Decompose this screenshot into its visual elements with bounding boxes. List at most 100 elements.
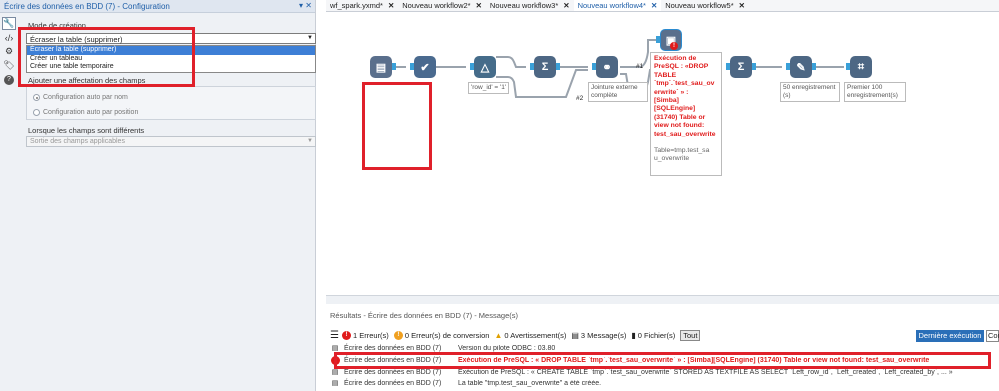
errors-filter[interactable]: ! 1 Erreur(s)	[341, 330, 389, 340]
anchor[interactable]	[410, 63, 414, 70]
files-filter[interactable]: ▮ 0 Fichier(s)	[631, 331, 675, 340]
anchor[interactable]	[530, 63, 534, 70]
diff-dropdown[interactable]: Sortie des champs applicables ▼	[26, 136, 316, 147]
error-line: PreSQL : «DROP	[654, 63, 709, 71]
summarize-tool-icon[interactable]: Σ	[730, 56, 752, 78]
configuration-panel: Écrire des données en BDD (7) - Configur…	[0, 0, 316, 391]
tag-icon[interactable]: 🏷	[2, 59, 16, 72]
warning-icon: !	[393, 330, 403, 340]
highlight-box	[362, 82, 432, 170]
app-window: Écrire des données en BDD (7) - Configur…	[0, 0, 999, 391]
row-message: La table "tmp.test_sau_overwrite" a été …	[458, 379, 602, 387]
anchor[interactable]	[470, 63, 474, 70]
message-icon: ▤	[331, 345, 339, 352]
list-view-icon[interactable]: ☰	[330, 330, 339, 341]
anchor[interactable]	[726, 63, 730, 70]
tab-workflow5[interactable]: Nouveau workflow5* ✕	[661, 0, 749, 11]
tab-workflow3[interactable]: Nouveau workflow3* ✕	[486, 0, 574, 11]
conversion-filter[interactable]: ! 0 Erreur(s) de conversion	[393, 330, 490, 340]
diff-dropdown-value: Sortie des champs applicables	[30, 138, 125, 145]
anchor[interactable]	[752, 63, 756, 70]
help-icon[interactable]: ?	[2, 73, 16, 86]
count-label: 3 Message(s)	[580, 330, 627, 340]
anchor[interactable]	[846, 63, 850, 70]
radio-by-name[interactable]: Configuration auto par nom	[33, 94, 128, 101]
anchor[interactable]	[656, 36, 660, 43]
tab-workflow2[interactable]: Nouveau workflow2* ✕	[398, 0, 486, 11]
anchor[interactable]	[786, 63, 790, 70]
close-icon[interactable]: ✕	[651, 1, 657, 10]
close-icon[interactable]: ✕	[388, 1, 394, 10]
panel-controls[interactable]: ▾ ✕	[299, 1, 312, 10]
error-line: [SQLEngine]	[654, 105, 696, 113]
results-title: Résultats - Écrire des données en BDD (7…	[330, 311, 518, 320]
all-filter-button[interactable]: Tout	[680, 329, 701, 341]
anchor[interactable]	[392, 63, 396, 70]
error-line: erwrite` » :	[654, 88, 689, 96]
anchor[interactable]	[592, 63, 596, 70]
code-icon[interactable]: ‹/›	[2, 31, 16, 44]
tab-workflow4[interactable]: Nouveau workflow4* ✕	[573, 0, 662, 11]
row-message: Exécution de PreSQL : « CREATE TABLE `tm…	[458, 368, 953, 376]
error-line: test_sau_overwrite	[654, 130, 716, 138]
tab-label: Nouveau workflow5*	[665, 1, 734, 10]
radio-label: Configuration auto par position	[43, 109, 139, 116]
summarize-tool-icon[interactable]: Σ	[534, 56, 556, 78]
row-tool: Écrire des données en BDD (7)	[344, 379, 442, 387]
radio-label: Configuration auto par nom	[43, 94, 128, 101]
gear-icon[interactable]: ⚙	[2, 45, 16, 58]
error-icon: !	[341, 330, 351, 340]
con-button[interactable]: Con	[986, 330, 999, 342]
anchor[interactable]	[556, 63, 560, 70]
tab-label: Nouveau workflow3*	[489, 1, 559, 10]
wrench-icon[interactable]: 🔧	[2, 17, 16, 30]
splitter[interactable]	[326, 295, 999, 304]
message-icon: ▤	[331, 369, 339, 376]
radio-dot[interactable]	[33, 109, 40, 116]
join-caption: Jointure externe complète	[588, 82, 648, 102]
anchor-label: #2	[576, 95, 584, 102]
join-tool-icon[interactable]: ⚭	[596, 56, 618, 78]
browse-tool-icon[interactable]: ⌗	[850, 56, 872, 78]
input-tool-icon[interactable]: ▤	[370, 56, 392, 78]
panel-title-bar: Écrire des données en BDD (7) - Configur…	[0, 0, 315, 13]
tab-wf-spark[interactable]: wf_spark.yxmd* ✕	[326, 0, 398, 11]
error-line: `tmp`.`test_sau_ov	[654, 80, 715, 88]
tab-label: wf_spark.yxmd*	[330, 1, 383, 10]
anchor[interactable]	[812, 63, 816, 70]
panel-title: Écrire des données en BDD (7) - Configur…	[4, 2, 170, 11]
workflow-tabs: wf_spark.yxmd* ✕ Nouveau workflow2* ✕ Nouv…	[326, 0, 999, 12]
error-icon: !	[670, 42, 678, 50]
chevron-down-icon[interactable]: ▼	[307, 138, 313, 144]
table-row[interactable]: ▤ Écrire des données en BDD (7) La table…	[326, 378, 999, 388]
messages-filter[interactable]: ▤ 3 Message(s)	[571, 331, 626, 340]
filter-tool-icon[interactable]: △	[474, 56, 496, 78]
note-line: u_overwrite	[654, 155, 690, 163]
warning-triangle-icon: ▲	[494, 330, 503, 340]
radio-by-position[interactable]: Configuration auto par position	[33, 109, 138, 116]
radio-dot[interactable]	[33, 94, 40, 101]
error-line: (31740) Table or	[654, 113, 706, 121]
error-line: TABLE	[654, 71, 677, 79]
count-label: 0 Erreur(s) de conversion	[404, 330, 490, 340]
filter-caption: 'row_id' = '1'	[468, 82, 510, 94]
close-icon[interactable]: ✕	[739, 1, 745, 10]
close-icon[interactable]: ✕	[476, 1, 482, 10]
error-line: [Simba]	[654, 97, 679, 105]
diff-label: Lorsque les champs sont différents	[28, 126, 145, 135]
field-map-group: Configuration auto par nom Configuration…	[26, 86, 316, 120]
message-icon: ▤	[571, 330, 579, 340]
browse-caption: Premier 100 enregistrement(s)	[844, 82, 906, 102]
close-icon[interactable]: ✕	[563, 1, 569, 10]
chevron-down-icon[interactable]: ▼	[307, 35, 313, 41]
row-message: Version du pilote ODBC : 03.80	[458, 344, 556, 352]
select-tool-icon[interactable]: ✔	[414, 56, 436, 78]
workflow-canvas[interactable]: ▤ ✔ △ Σ ⚭ ▣ ! Σ ✎ ⌗ #1 #2 'row_id' = '1'…	[326, 12, 999, 310]
last-run-button[interactable]: Dernière exécution	[916, 330, 984, 342]
sample-tool-icon[interactable]: ✎	[790, 56, 812, 78]
panel-tool-strip: 🔧 ‹/› ⚙ 🏷 ?	[1, 16, 17, 87]
error-line: view not found:	[654, 122, 705, 130]
sample-caption: 50 enregistrement (s)	[780, 82, 840, 102]
warnings-filter[interactable]: ▲ 0 Avertissement(s)	[494, 331, 566, 340]
file-icon: ▮	[631, 330, 636, 340]
